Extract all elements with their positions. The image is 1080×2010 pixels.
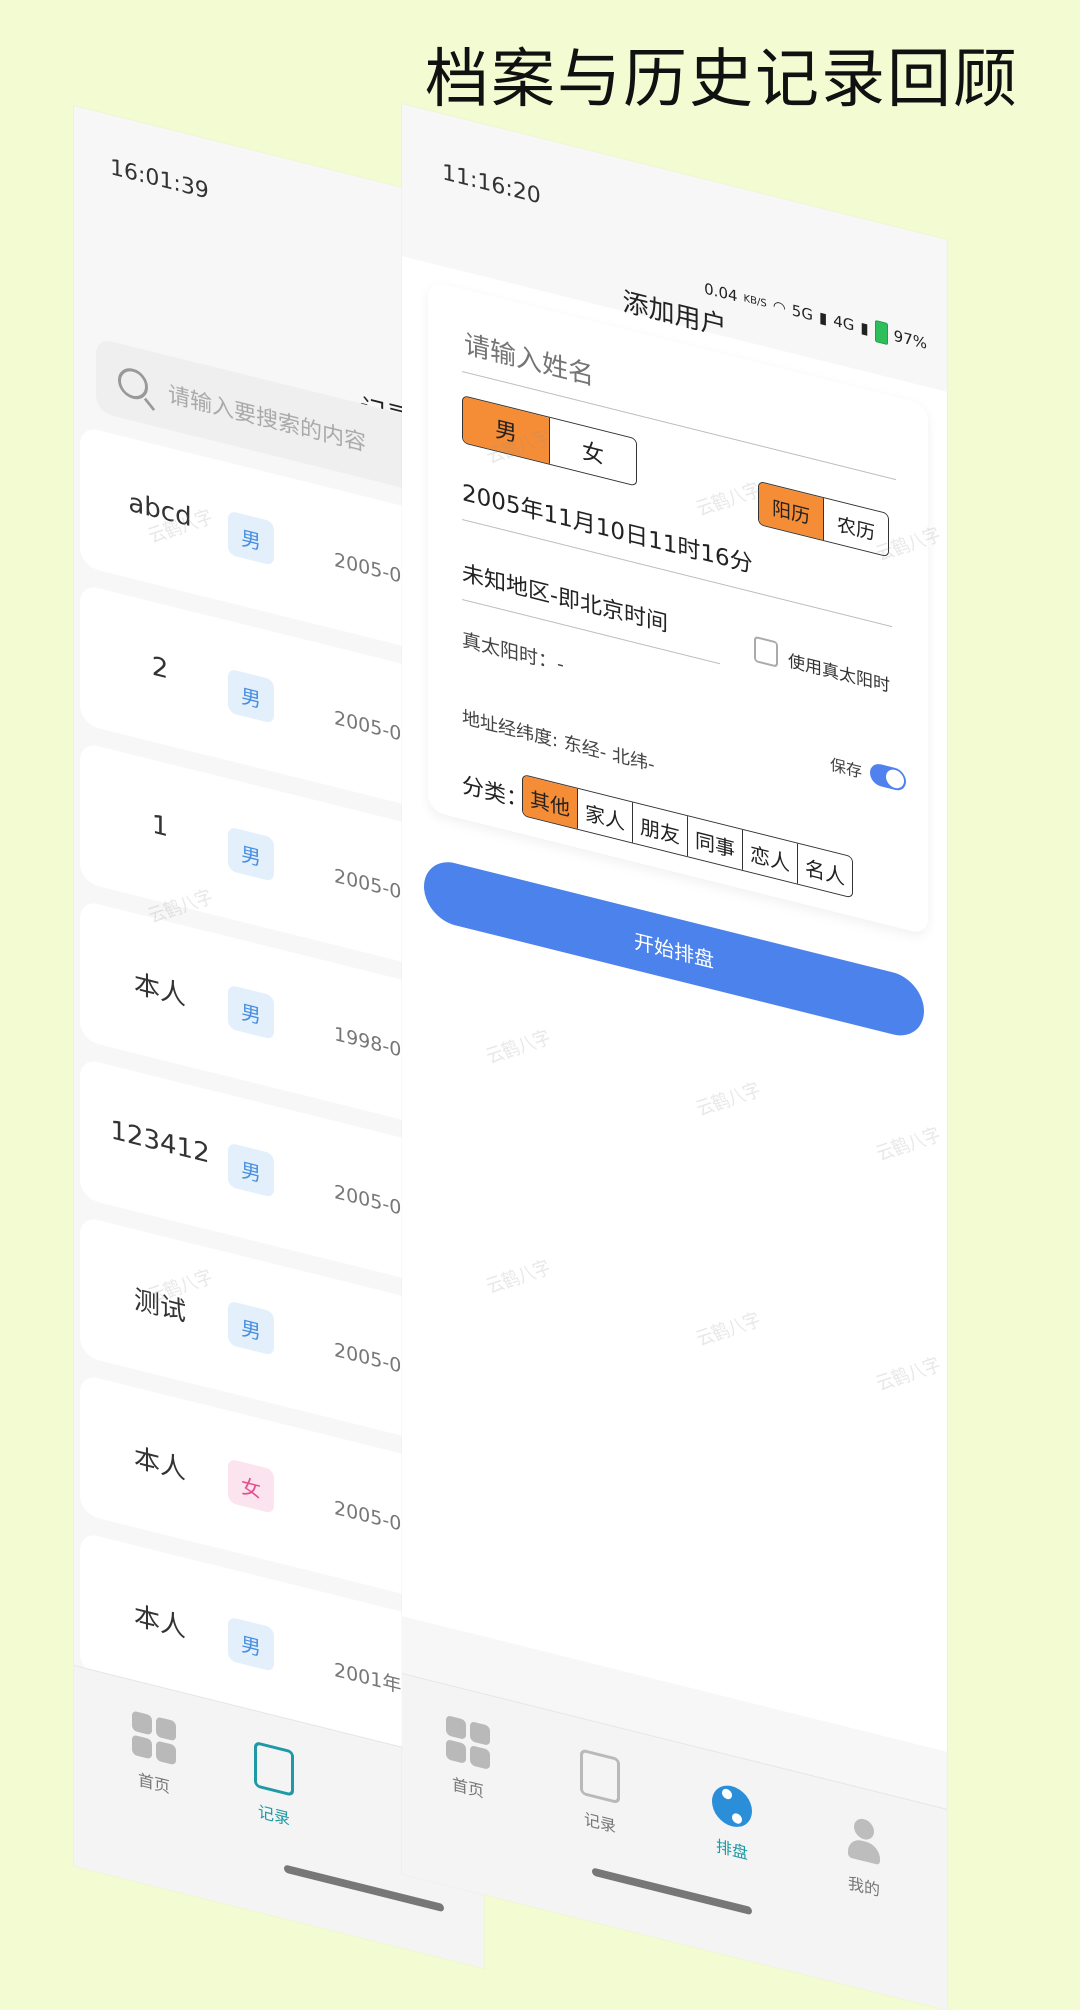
home-indicator[interactable] — [592, 1867, 752, 1916]
record-name: 2 — [151, 651, 169, 686]
category-option[interactable]: 恋人 — [743, 830, 798, 884]
coordinates-readout: 地址经纬度: 东经- 北纬- — [462, 706, 655, 776]
gender-badge: 男 — [228, 1142, 274, 1198]
gender-badge: 男 — [228, 668, 274, 724]
category-option[interactable]: 同事 — [688, 816, 743, 871]
save-label: 保存 — [830, 754, 863, 782]
grid-icon — [132, 1710, 176, 1766]
save-toggle-row: 保存 — [830, 751, 907, 794]
add-user-phone: 11:16:20 0.04 KB/S ◠ 5G ▮ 4G ▮ 97% 添加用户 … — [402, 104, 947, 2010]
tab-label: 记录 — [583, 1809, 616, 1837]
solar-time-checkbox-label: 使用真太阳时 — [788, 651, 890, 697]
tab-label: 排盘 — [715, 1836, 748, 1864]
person-icon — [842, 1814, 886, 1869]
battery-icon — [874, 319, 888, 346]
save-toggle[interactable] — [870, 761, 907, 793]
record-name: 123412 — [110, 1115, 210, 1170]
gender-badge: 女 — [228, 1458, 274, 1514]
solar-time-checkbox[interactable] — [754, 635, 778, 668]
category-option[interactable]: 名人 — [798, 843, 852, 898]
category-label: 分类： — [462, 772, 529, 815]
tab-label: 首页 — [451, 1774, 484, 1802]
grid-icon — [446, 1714, 490, 1770]
tab-label: 我的 — [847, 1873, 880, 1901]
record-name: 本人 — [133, 968, 186, 1012]
tab-home[interactable]: 首页 — [418, 1708, 518, 1811]
tab-label: 首页 — [137, 1769, 170, 1797]
gender-badge: 男 — [228, 984, 274, 1040]
tab-home[interactable]: 首页 — [104, 1703, 204, 1806]
search-placeholder: 请输入要搜索的内容 — [168, 382, 367, 457]
calendar-selector: 阳历 农历 — [758, 480, 889, 558]
record-icon — [580, 1748, 620, 1805]
tab-chart[interactable]: 排盘 — [682, 1774, 782, 1873]
signal-icon: ▮ — [860, 318, 869, 339]
signal-4g: 4G — [833, 311, 855, 335]
record-name: 本人 — [133, 1442, 186, 1486]
page-headline: 档案与历史记录回顾 — [425, 43, 1019, 117]
calendar-option-solar[interactable]: 阳历 — [759, 482, 824, 541]
tab-profile[interactable]: 我的 — [814, 1807, 914, 1910]
solar-time-readout: 真太阳时：- — [462, 628, 564, 677]
gender-badge: 男 — [228, 1300, 274, 1356]
signal-icon: ▮ — [818, 307, 828, 329]
record-name: 本人 — [133, 1600, 186, 1644]
record-name: 1 — [151, 809, 169, 844]
status-time: 16:01:39 — [110, 154, 209, 205]
record-icon — [254, 1740, 294, 1797]
category-option[interactable]: 其他 — [523, 775, 578, 829]
signal-5g: 5G — [791, 301, 813, 325]
search-icon — [118, 364, 148, 403]
category-option[interactable]: 朋友 — [633, 802, 688, 857]
taiji-icon — [712, 1781, 752, 1832]
gender-badge: 男 — [228, 826, 274, 882]
network-speed-unit: KB/S — [743, 292, 767, 310]
gender-badge: 男 — [228, 1616, 274, 1672]
gender-badge: 男 — [228, 510, 274, 566]
tab-records[interactable]: 记录 — [224, 1733, 324, 1838]
category-option[interactable]: 家人 — [578, 788, 633, 843]
tab-records[interactable]: 记录 — [550, 1741, 650, 1846]
gender-option-female[interactable]: 女 — [550, 417, 636, 486]
tab-label: 记录 — [257, 1801, 290, 1829]
status-time: 11:16:20 — [442, 159, 541, 210]
wifi-icon: ◠ — [772, 296, 786, 318]
